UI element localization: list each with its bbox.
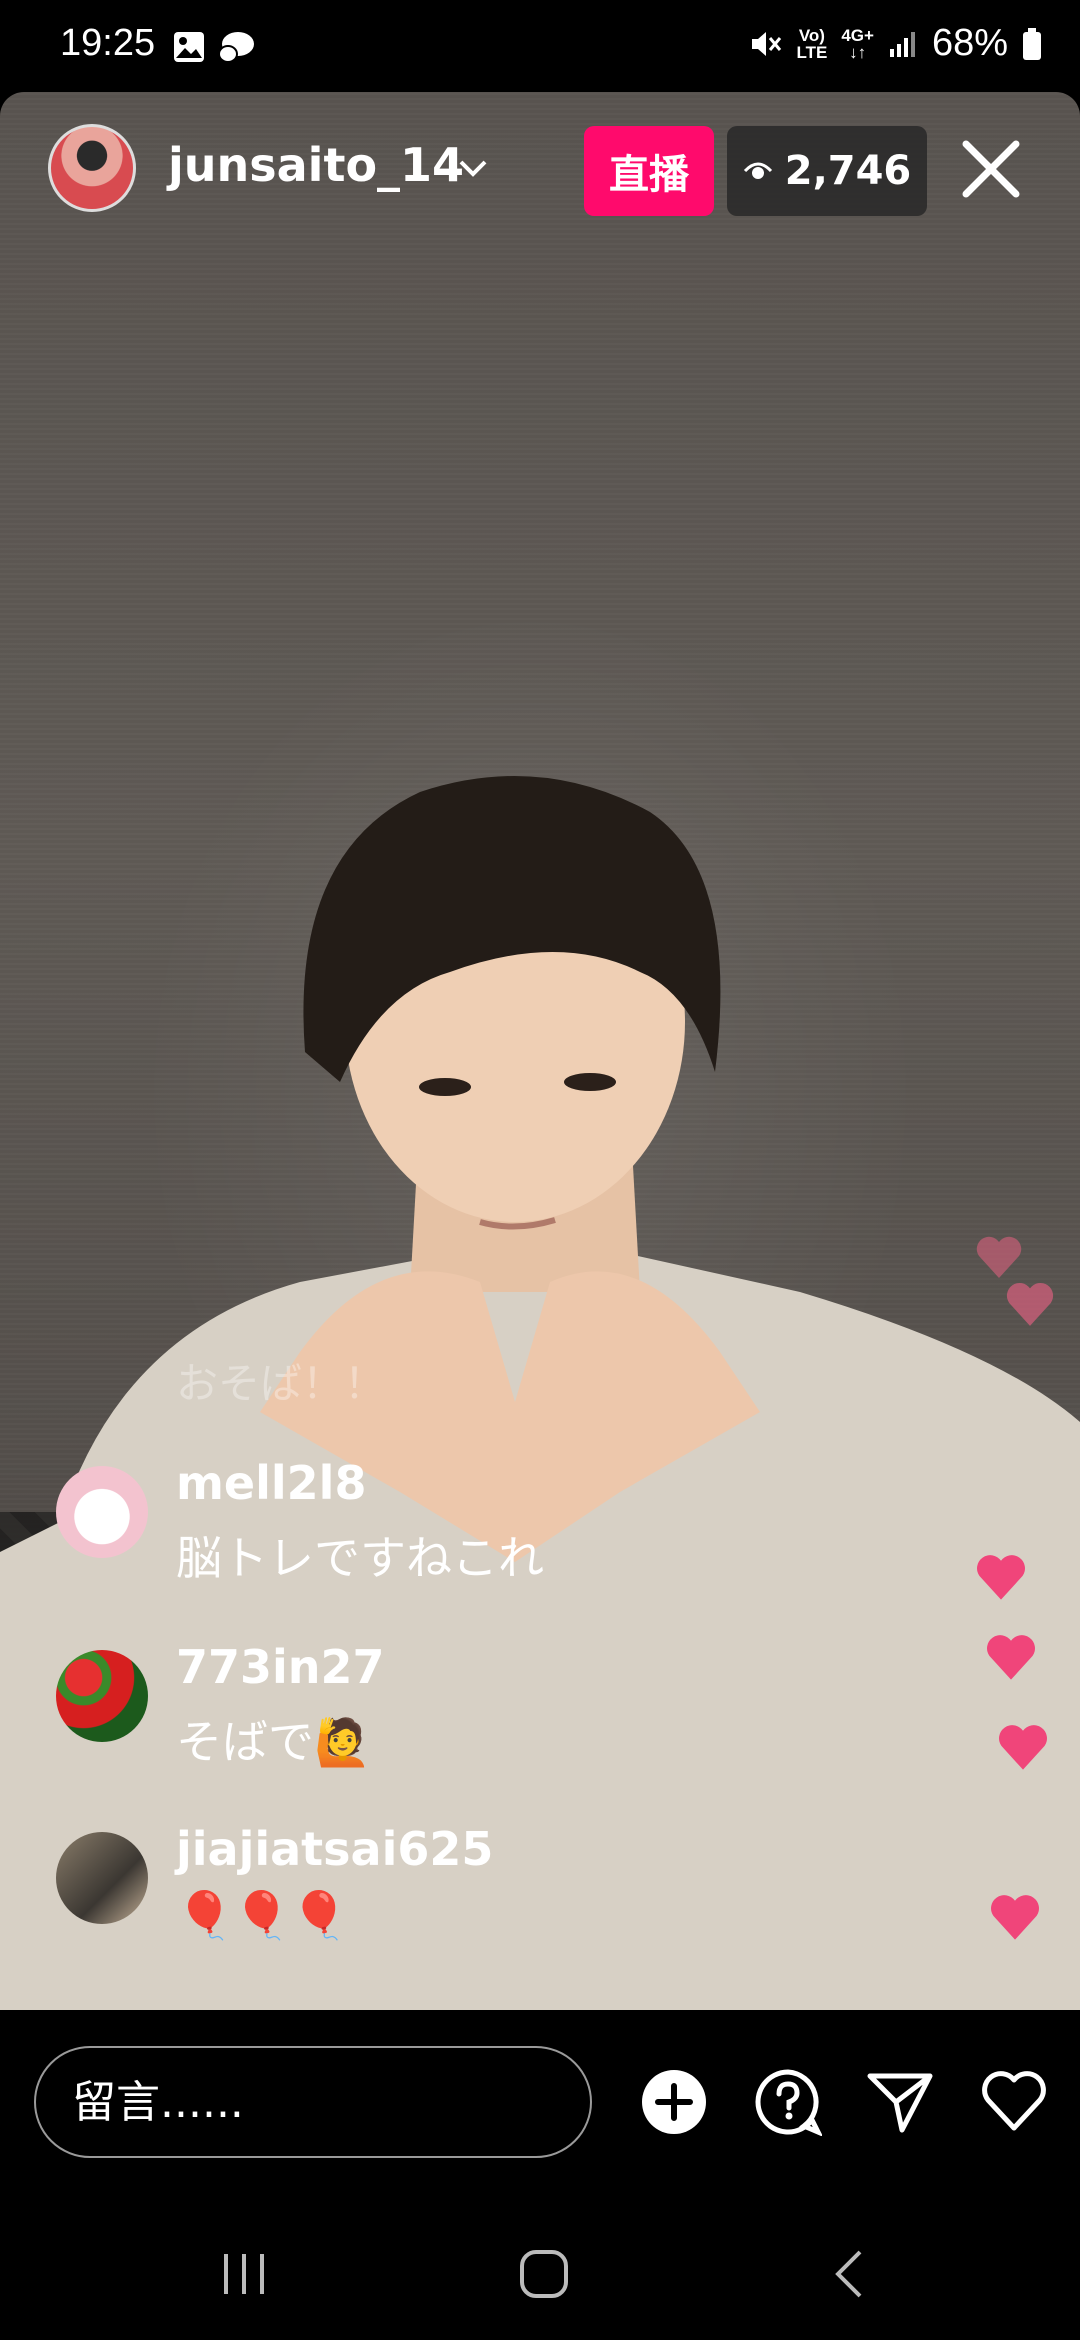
heart-icon[interactable] — [980, 2068, 1048, 2136]
eye-icon — [743, 162, 772, 179]
data-indicator: 4G+ ↓↑ — [841, 25, 874, 62]
comment-text: そばで🙋 — [176, 1715, 372, 1769]
comment-item[interactable]: 773in27 そばで🙋 — [56, 1640, 856, 1780]
chevron-down-icon[interactable] — [455, 150, 491, 186]
mute-icon — [752, 31, 782, 56]
close-icon[interactable] — [958, 136, 1024, 202]
comment-text: 脳トレですねこれ — [176, 1531, 544, 1585]
floating-heart-icon — [977, 1555, 1025, 1600]
live-header: junsaito_14 直播 2,746 — [0, 120, 1080, 220]
floating-heart-icon — [1006, 1282, 1054, 1326]
comment-item[interactable]: jiajiatsai625 🎈🎈🎈 — [56, 1822, 856, 1962]
comment-input[interactable] — [34, 2046, 592, 2158]
comment-item[interactable]: mell2l8 脳トレですねこれ — [56, 1456, 856, 1596]
status-bar: 19:25 Vo) LTE 4G+ ↓↑ 68% — [0, 0, 1080, 92]
battery-icon — [1023, 27, 1041, 60]
comment-avatar[interactable] — [56, 1650, 148, 1742]
recents-icon[interactable] — [214, 2244, 274, 2304]
comment-composer-bar — [0, 2010, 1080, 2200]
status-right: Vo) LTE 4G+ ↓↑ 68% — [748, 22, 1042, 65]
comment-avatar[interactable] — [56, 1466, 148, 1558]
question-icon[interactable] — [754, 2068, 822, 2136]
system-nav-bar — [0, 2200, 1080, 2340]
host-username[interactable]: junsaito_14 — [168, 138, 464, 192]
live-badge: 直播 — [584, 126, 714, 216]
comment-text: 🎈🎈🎈 — [176, 1888, 348, 1942]
floating-heart-icon — [999, 1725, 1047, 1770]
add-icon[interactable] — [640, 2068, 708, 2136]
status-notification-icons — [172, 30, 256, 66]
host-avatar[interactable] — [48, 124, 136, 212]
comment-username[interactable]: mell2l8 — [176, 1456, 366, 1510]
back-icon[interactable] — [820, 2244, 880, 2304]
comment-username[interactable]: 773in27 — [176, 1640, 385, 1694]
volte-indicator: Vo) LTE — [796, 25, 828, 62]
home-icon[interactable] — [514, 2244, 574, 2304]
viewer-count: 2,746 — [784, 148, 912, 194]
comment-avatar[interactable] — [56, 1832, 148, 1924]
floating-heart-icon — [976, 1236, 1022, 1278]
comment-username[interactable]: jiajiatsai625 — [176, 1822, 493, 1876]
battery-percent: 68% — [931, 22, 1008, 64]
image-icon — [174, 32, 204, 62]
floating-heart-icon — [987, 1635, 1035, 1680]
signal-icon — [889, 31, 915, 57]
fading-comment: おそば！！ — [176, 1359, 387, 1408]
viewer-count-badge[interactable]: 2,746 — [727, 126, 927, 216]
floating-heart-icon — [991, 1895, 1039, 1940]
chat-bubble-icon — [218, 32, 254, 63]
status-time: 19:25 — [60, 22, 156, 64]
send-icon[interactable] — [866, 2068, 934, 2136]
